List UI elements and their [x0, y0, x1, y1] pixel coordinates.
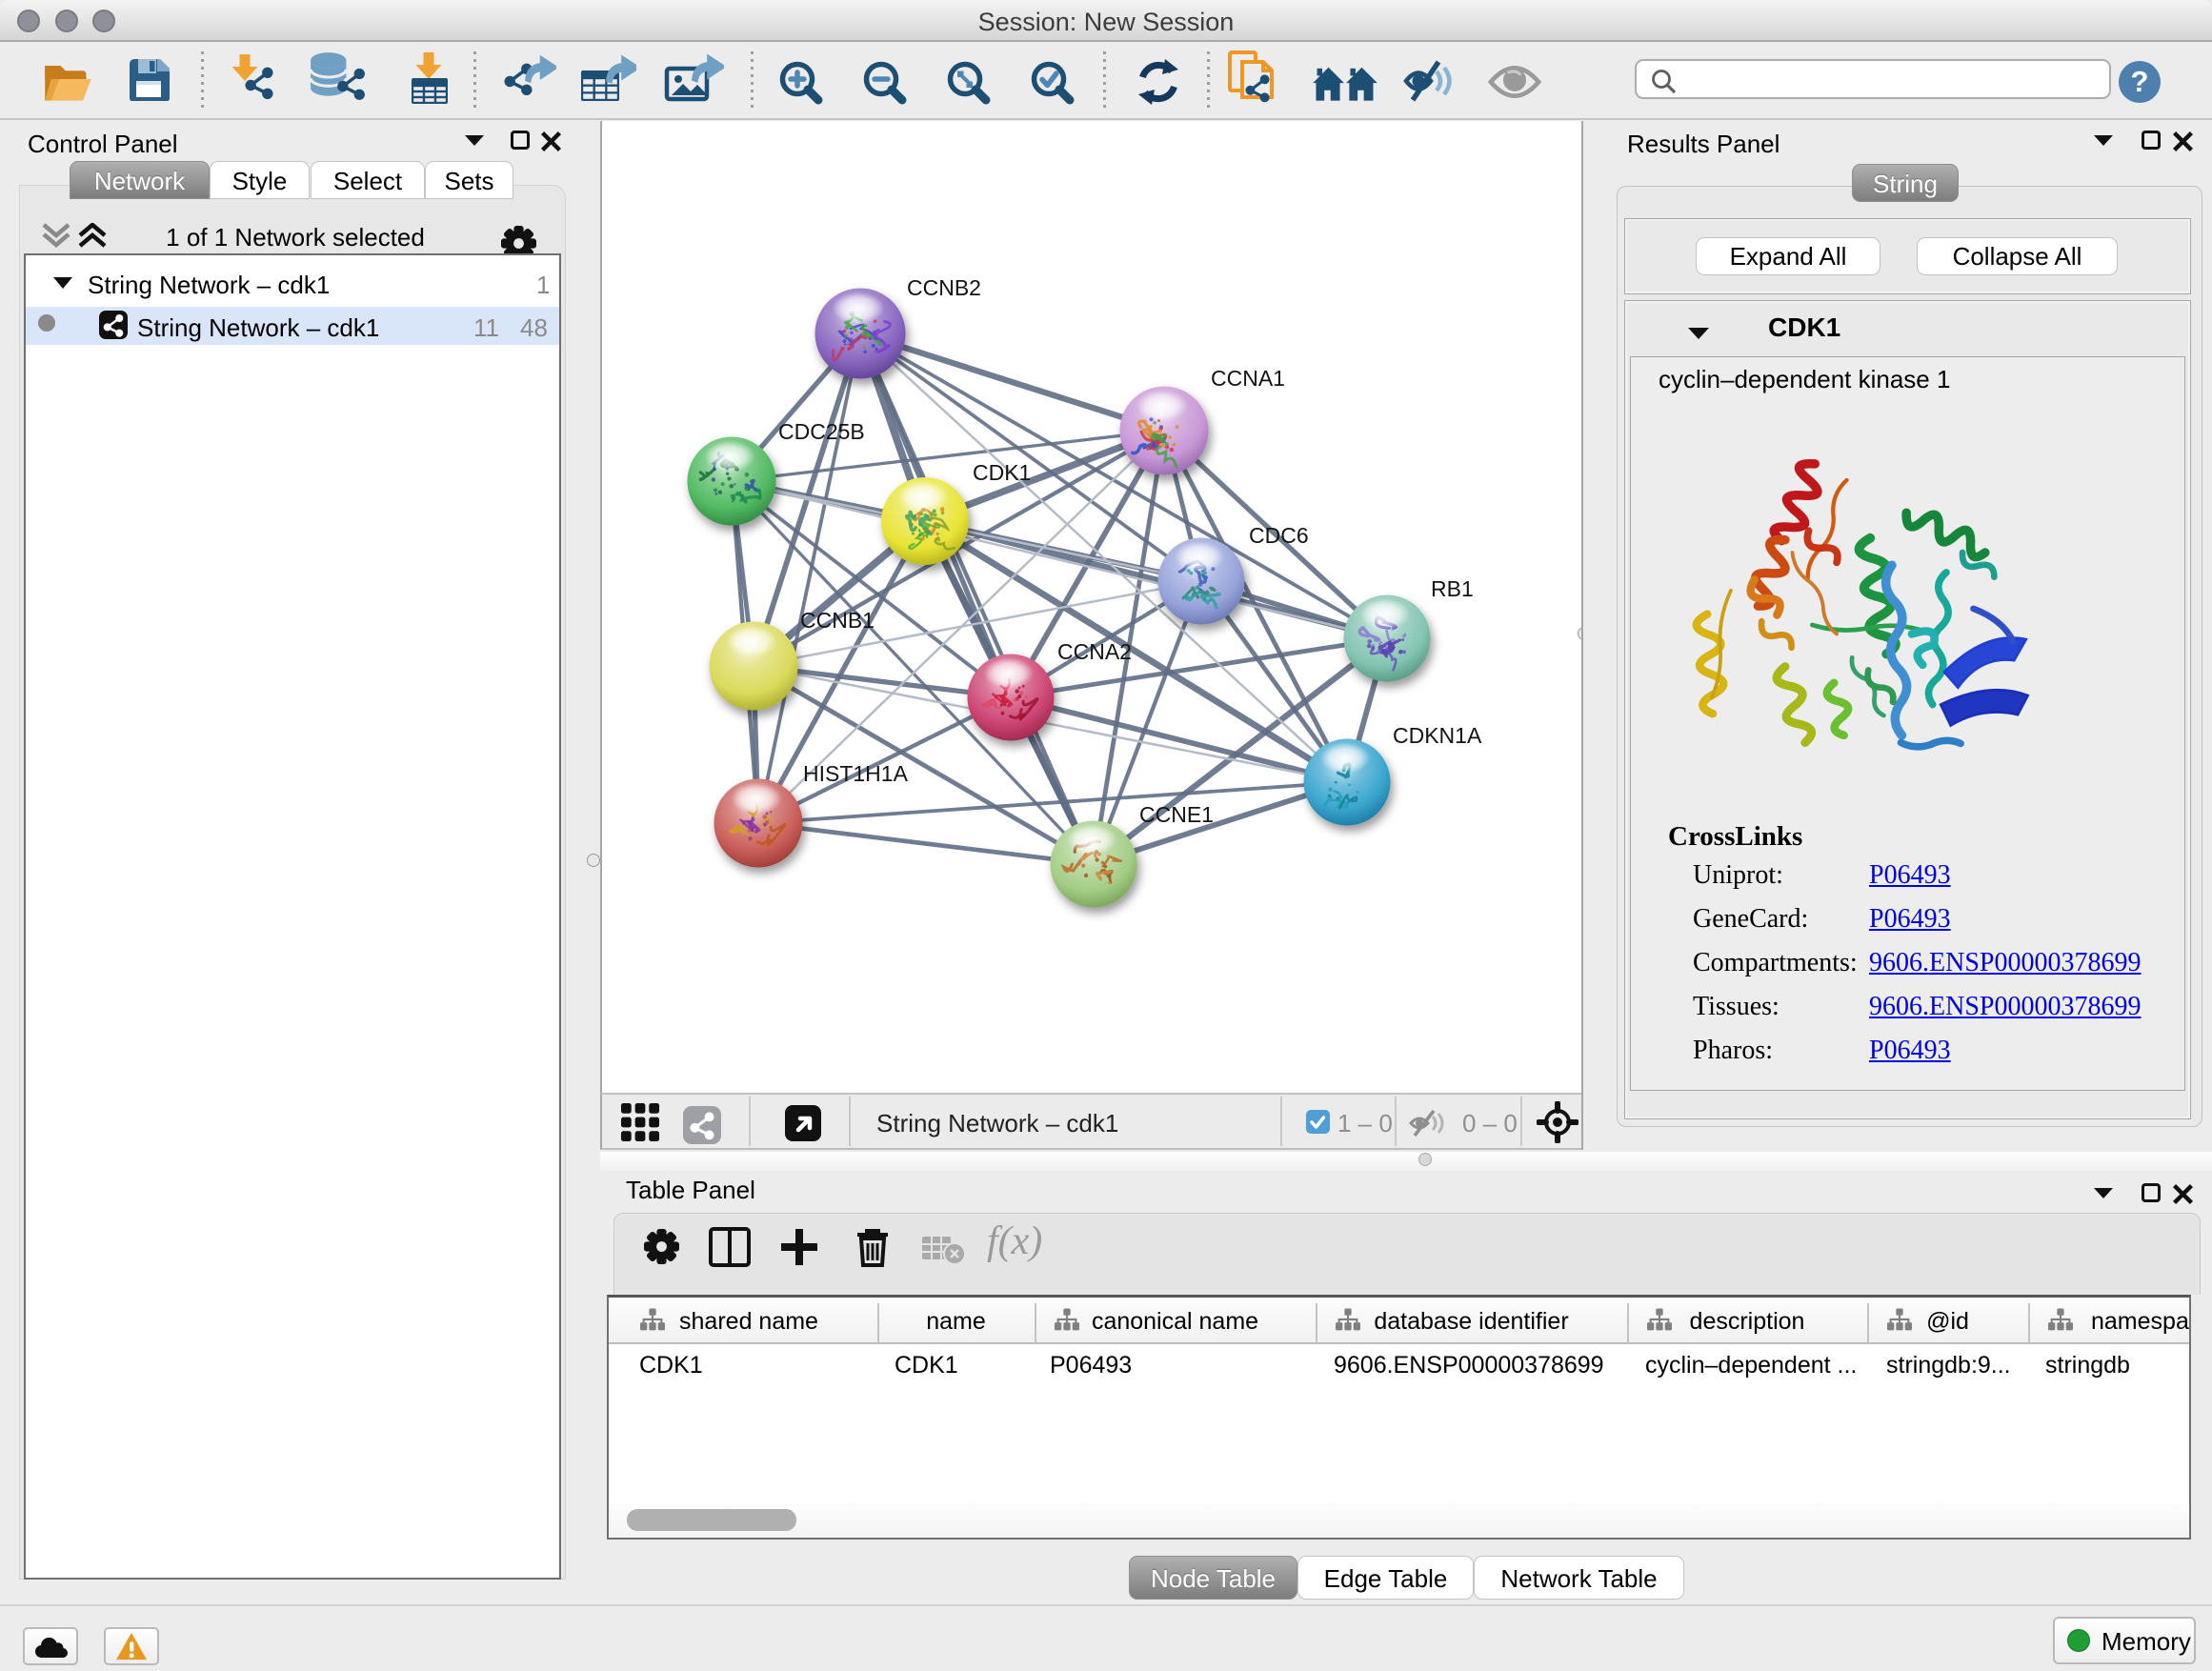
svg-text:CCNE1: CCNE1	[1139, 802, 1214, 827]
svg-text:CDC25B: CDC25B	[778, 419, 865, 444]
svg-text:CDK1: CDK1	[973, 460, 1031, 485]
svg-text:CCNA2: CCNA2	[1057, 639, 1132, 664]
svg-text:CDKN1A: CDKN1A	[1393, 723, 1482, 748]
svg-text:CCNA1: CCNA1	[1211, 366, 1285, 391]
svg-text:CDC6: CDC6	[1249, 523, 1309, 548]
svg-text:RB1: RB1	[1431, 576, 1474, 601]
svg-text:CCNB1: CCNB1	[800, 608, 875, 633]
svg-text:HIST1H1A: HIST1H1A	[803, 761, 909, 786]
svg-text:CCNB2: CCNB2	[907, 275, 981, 300]
